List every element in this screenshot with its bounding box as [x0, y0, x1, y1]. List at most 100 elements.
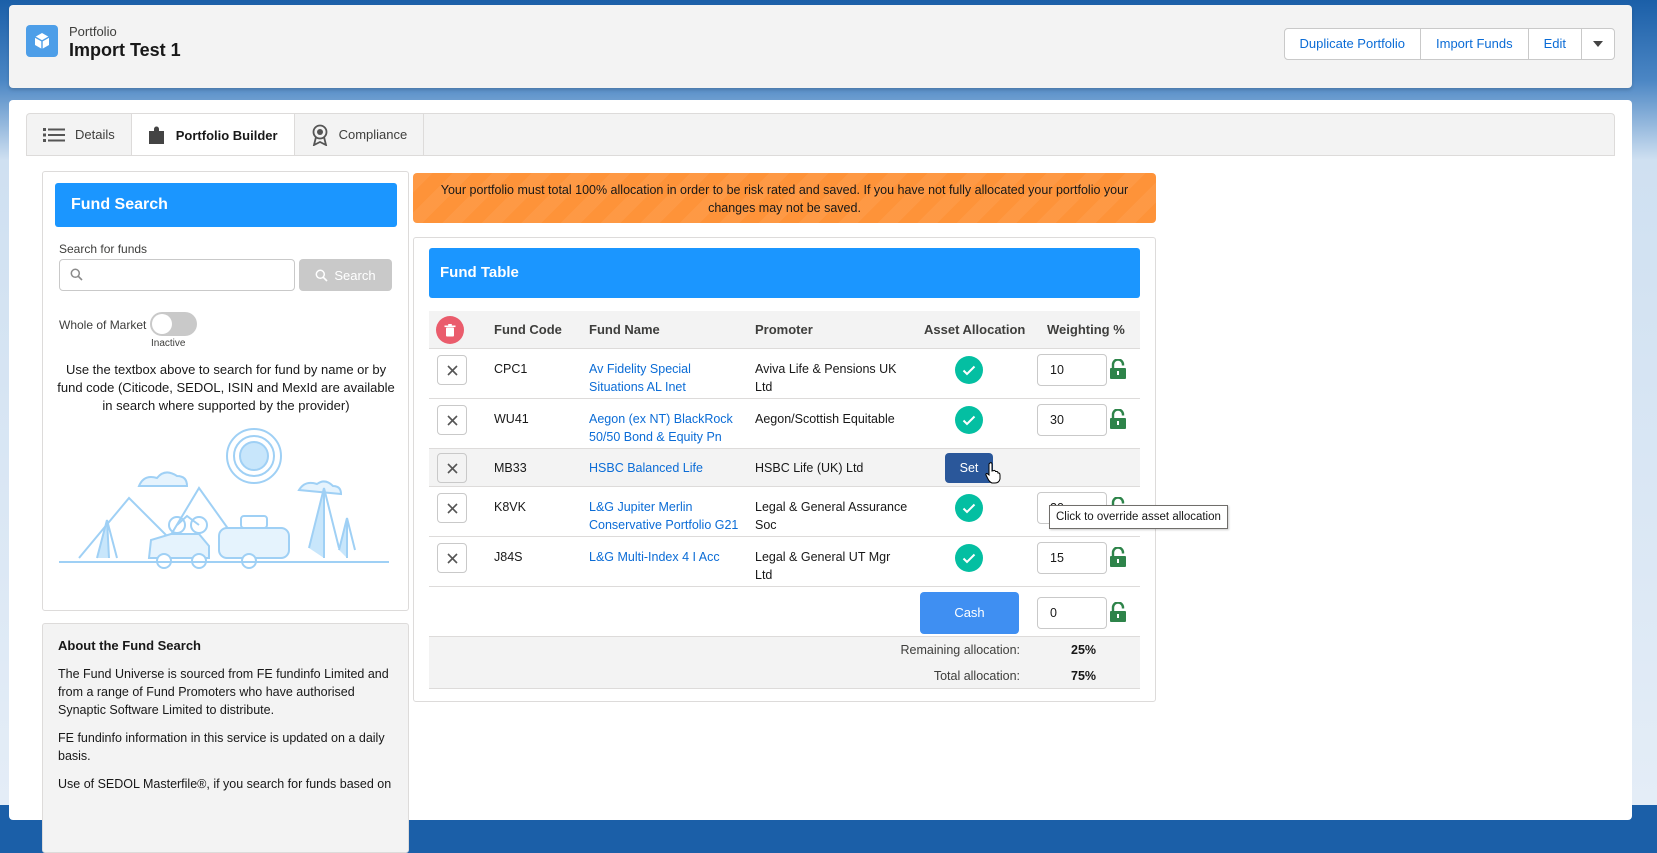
promoter: Aegon/Scottish Equitable [755, 412, 895, 426]
main-card: Details Portfolio Builder Compliance Fun… [9, 100, 1632, 853]
toggle-state-label: Inactive [151, 338, 186, 349]
tab-details[interactable]: Details [27, 114, 132, 155]
allocation-check-icon[interactable] [955, 544, 983, 572]
empty-state-illustration [59, 428, 389, 576]
about-paragraph: Use of SEDOL Masterfile®, if you search … [58, 777, 392, 791]
tab-bar: Details Portfolio Builder Compliance [26, 113, 1615, 156]
fund-name-link[interactable]: Aegon (ex NT) BlackRock 50/50 Bond & Equ… [589, 410, 739, 446]
promoter: Aviva Life & Pensions UK Ltd [755, 362, 897, 394]
tab-compliance[interactable]: Compliance [295, 114, 425, 155]
duplicate-portfolio-button[interactable]: Duplicate Portfolio [1285, 29, 1421, 59]
remaining-allocation-row: Remaining allocation: 25% [429, 637, 1140, 663]
import-funds-button[interactable]: Import Funds [1421, 29, 1529, 59]
chevron-down-icon [1593, 41, 1603, 47]
fund-table: Fund Code Fund Name Promoter Asset Alloc… [429, 311, 1140, 689]
search-icon [315, 269, 328, 282]
about-title: About the Fund Search [58, 638, 201, 653]
remove-row-button[interactable] [437, 543, 467, 573]
whole-of-market-toggle[interactable] [150, 312, 197, 336]
table-row: CPC1 Av Fidelity Special Situations AL I… [429, 349, 1140, 399]
fund-code: WU41 [494, 412, 529, 426]
unlock-icon[interactable] [1109, 408, 1127, 432]
search-button-label: Search [334, 267, 376, 283]
search-icon [70, 268, 83, 284]
fund-code: MB33 [494, 461, 527, 475]
unlock-icon[interactable] [1109, 546, 1127, 570]
search-label: Search for funds [59, 242, 148, 256]
unlock-icon[interactable] [1109, 601, 1127, 625]
total-allocation-row: Total allocation: 75% [429, 663, 1140, 689]
about-paragraph: The Fund Universe is sourced from FE fun… [58, 667, 389, 717]
about-fund-search: About the Fund Search The Fund Universe … [42, 623, 409, 853]
record-header: Portfolio Import Test 1 Duplicate Portfo… [9, 5, 1632, 88]
header-actions: Duplicate Portfolio Import Funds Edit [1283, 28, 1615, 60]
tab-portfolio-builder-label: Portfolio Builder [175, 127, 278, 143]
whole-of-market-label: Whole of Market [59, 318, 147, 332]
puzzle-icon [148, 125, 166, 145]
close-icon [446, 462, 458, 474]
allocation-warning: Your portfolio must total 100% allocatio… [413, 173, 1156, 223]
promoter: Legal & General Assurance Soc [755, 500, 908, 532]
unlock-icon[interactable] [1109, 358, 1127, 382]
remove-row-button[interactable] [437, 355, 467, 385]
col-fund-code: Fund Code [494, 322, 562, 337]
fund-code: K8VK [494, 500, 526, 514]
col-weighting: Weighting % [1047, 322, 1125, 337]
portfolio-icon [26, 25, 58, 57]
tab-portfolio-builder[interactable]: Portfolio Builder [131, 114, 295, 156]
close-icon [446, 364, 458, 376]
remove-row-button[interactable] [437, 453, 467, 483]
tab-divider [26, 155, 1615, 156]
fund-search-title: Fund Search [55, 183, 397, 227]
table-row: WU41 Aegon (ex NT) BlackRock 50/50 Bond … [429, 399, 1140, 449]
toggle-knob [152, 314, 172, 334]
record-title: Import Test 1 [69, 40, 181, 60]
search-button[interactable]: Search [299, 259, 392, 291]
search-input[interactable] [59, 259, 295, 291]
close-icon [446, 552, 458, 564]
list-icon [43, 127, 65, 143]
remove-row-button[interactable] [437, 493, 467, 523]
tab-compliance-label: Compliance [338, 127, 408, 142]
tab-details-label: Details [75, 127, 115, 142]
table-row: J84S L&G Multi-Index 4 I Acc Legal & Gen… [429, 537, 1140, 587]
promoter: HSBC Life (UK) Ltd [755, 461, 864, 475]
promoter: Legal & General UT Mgr Ltd [755, 550, 891, 582]
col-promoter: Promoter [755, 322, 813, 337]
weighting-input[interactable]: 30 [1037, 404, 1107, 436]
allocation-check-icon[interactable] [955, 494, 983, 522]
cash-row: Cash 0 [429, 587, 1140, 637]
fund-name-link[interactable]: HSBC Balanced Life [589, 459, 703, 477]
edit-button[interactable]: Edit [1529, 29, 1582, 59]
table-row: K8VK L&G Jupiter Merlin Conservative Por… [429, 487, 1140, 537]
award-icon [311, 124, 329, 146]
cash-weighting-input[interactable]: 0 [1037, 597, 1107, 629]
total-allocation-label: Total allocation: [933, 669, 1020, 683]
search-help-text: Use the textbox above to search for fund… [57, 362, 395, 413]
fund-code: J84S [494, 550, 523, 564]
more-actions-button[interactable] [1582, 29, 1614, 59]
cash-button[interactable]: Cash [920, 592, 1019, 634]
delete-all-button[interactable] [436, 316, 464, 344]
weighting-input[interactable]: 10 [1037, 354, 1107, 386]
fund-search-panel: Fund Search Search for funds Search Whol… [42, 171, 409, 611]
object-type-label: Portfolio [69, 24, 117, 39]
fund-code: CPC1 [494, 362, 528, 376]
allocation-check-icon[interactable] [955, 356, 983, 384]
remaining-allocation-value: 25% [1071, 643, 1097, 657]
fund-name-link[interactable]: L&G Jupiter Merlin Conservative Portfoli… [589, 498, 749, 534]
weighting-input[interactable]: 15 [1037, 542, 1107, 574]
close-icon [446, 414, 458, 426]
fund-name-link[interactable]: Av Fidelity Special Situations AL Inet [589, 360, 729, 396]
allocation-check-icon[interactable] [955, 406, 983, 434]
total-allocation-value: 75% [1071, 669, 1097, 683]
cursor-hand-icon [985, 462, 1001, 487]
col-asset-allocation: Asset Allocation [924, 322, 1026, 337]
fund-table-panel: Fund Table Fund Code Fund Name Promoter … [413, 237, 1156, 702]
col-fund-name: Fund Name [589, 322, 660, 337]
about-paragraph: FE fundinfo information in this service … [58, 731, 385, 763]
remove-row-button[interactable] [437, 405, 467, 435]
fund-table-title: Fund Table [429, 248, 1140, 298]
trash-icon [444, 323, 456, 336]
fund-name-link[interactable]: L&G Multi-Index 4 I Acc [589, 548, 720, 566]
